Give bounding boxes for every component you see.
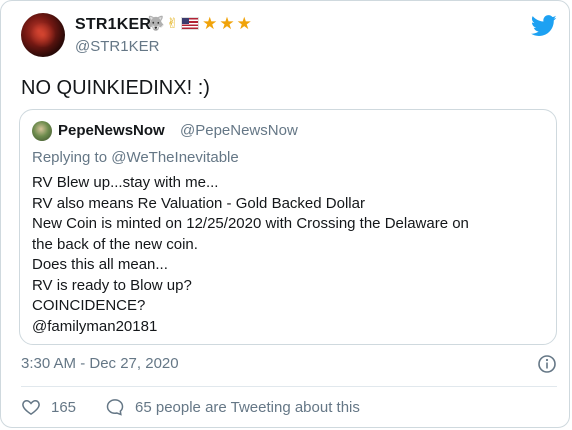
author-avatar[interactable] [21, 13, 65, 57]
twitter-bird-icon[interactable] [531, 15, 557, 37]
quoted-line: RV also means Re Valuation - Gold Backed… [32, 194, 365, 212]
comment-icon [106, 399, 124, 416]
divider [21, 386, 557, 387]
quoted-line: the back of the new coin. [32, 235, 198, 253]
heart-icon [22, 399, 40, 415]
like-count: 165 [51, 398, 77, 416]
quoted-author-display-name: PepeNewsNow [58, 122, 165, 139]
quoted-tweet[interactable]: PepeNewsNow @PepeNewsNow Replying to @We… [19, 109, 557, 345]
tweet-timestamp[interactable]: 3:30 AM - Dec 27, 2020 [21, 355, 179, 372]
star-icon: ★ [202, 14, 218, 33]
author-handle[interactable]: @STR1KER [75, 38, 159, 55]
info-icon[interactable] [537, 354, 557, 374]
quoted-line: Does this all mean... [32, 256, 168, 273]
quoted-mention[interactable]: @familyman20181 [32, 317, 547, 338]
replying-to-prefix: Replying to [32, 149, 112, 166]
tweet-card: STR1KER 🐺 ✌ ★ ★ ★ @STR1KER NO QUINKIEDIN… [0, 0, 570, 428]
like-button[interactable]: 165 [21, 397, 76, 417]
replying-to-handle[interactable]: @WeTheInevitable [111, 149, 239, 166]
quoted-line: New Coin is minted on 12/25/2020 with Cr… [32, 215, 469, 232]
author-display-name[interactable]: STR1KER [75, 16, 151, 34]
hand-emoji-icon: ✌ [166, 15, 179, 31]
quoted-tweet-body: RV Blew up...stay with me... RV also mea… [32, 173, 547, 337]
name-emojis: 🐺 ✌ ★ ★ ★ [147, 15, 252, 32]
star-icon: ★ [219, 14, 235, 33]
quoted-line: RV is ready to Blow up? [32, 276, 192, 294]
replying-to: Replying to @WeTheInevitable [32, 149, 239, 166]
us-flag-icon [181, 17, 200, 30]
star-icon: ★ [236, 14, 252, 33]
quoted-author-avatar[interactable] [32, 121, 52, 141]
quoted-line: RV Blew up...stay with me... [32, 174, 219, 191]
comment-text: 65 people are Tweeting about this [135, 398, 360, 416]
quoted-author-handle: @PepeNewsNow [180, 122, 298, 139]
quoted-line: COINCIDENCE? [32, 297, 146, 314]
comment-button[interactable]: 65 people are Tweeting about this [105, 397, 360, 417]
wolf-emoji-icon: 🐺 [147, 15, 165, 31]
tweet-text: NO QUINKIEDINX! :) [21, 77, 210, 99]
